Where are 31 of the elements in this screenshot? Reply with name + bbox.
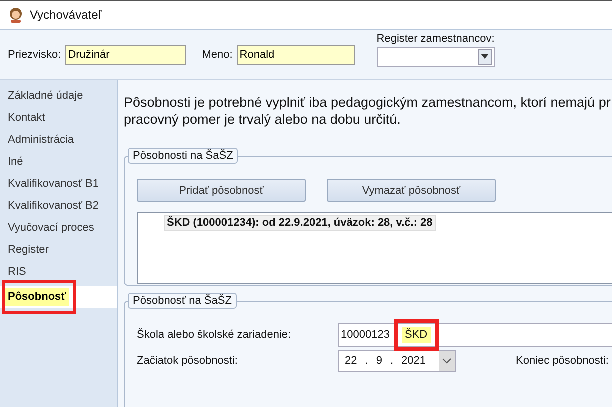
field-label: Priezvisko: [8, 48, 62, 60]
sidebar-item[interactable]: Základné údaje [8, 90, 84, 102]
info-text: Pôsobnosti je potrebné vyplniť iba pedagogickým zamestnancom, ktorí nemajú pr [124, 94, 611, 111]
action-button[interactable]: Pridať pôsobnosť [137, 179, 306, 202]
sidebar-item[interactable]: Kvalifikovanosť B2 [8, 200, 99, 212]
sidebar-item[interactable]: Kontakt [8, 112, 46, 124]
group-title: Pôsobnosti na ŠaŠZ [128, 148, 238, 164]
sidebar-item[interactable]: Vyučovací proces [8, 222, 94, 234]
sidebar-item[interactable]: Pôsobnosť [5, 288, 70, 306]
field-label: Register zamestnancov: [376, 32, 495, 44]
register-dropdown[interactable] [376, 46, 495, 66]
first-name-field[interactable]: Ronald [236, 44, 355, 64]
date-picker[interactable]: 22 . 9 . 2021 [338, 350, 456, 372]
person-icon [8, 7, 24, 23]
field-label: Začiatok pôsobnosti: [137, 355, 239, 367]
sidebar-item[interactable]: RIS [8, 266, 26, 278]
surname-field[interactable]: Družinár [65, 44, 186, 64]
field-label: Škola alebo školské zariadenie: [137, 329, 292, 341]
window-title: Vychovávateľ [30, 8, 102, 22]
field-label: Koniec pôsobnosti: [516, 355, 609, 367]
group-title: Pôsobnosť na ŠaŠZ [128, 293, 237, 309]
list-item[interactable]: ŠKD (100001234): od 22.9.2021, úväzok: 28, v.č.: 28 [164, 215, 436, 231]
chevron-down-icon [439, 351, 455, 371]
sidebar-item[interactable]: Kvalifikovanosť B1 [8, 178, 99, 190]
sidebar-item[interactable]: Register [8, 244, 49, 256]
info-text: pracovný pomer je trvalý alebo na dobu určitú. [124, 111, 401, 128]
school-field[interactable]: 10000123 ŠKD [338, 323, 612, 347]
field-label: Meno: [202, 48, 233, 60]
sidebar-item[interactable]: Iné [8, 156, 24, 168]
action-button[interactable]: Vymazať pôsobnosť [327, 179, 496, 202]
sidebar-item[interactable]: Administrácia [8, 134, 74, 146]
